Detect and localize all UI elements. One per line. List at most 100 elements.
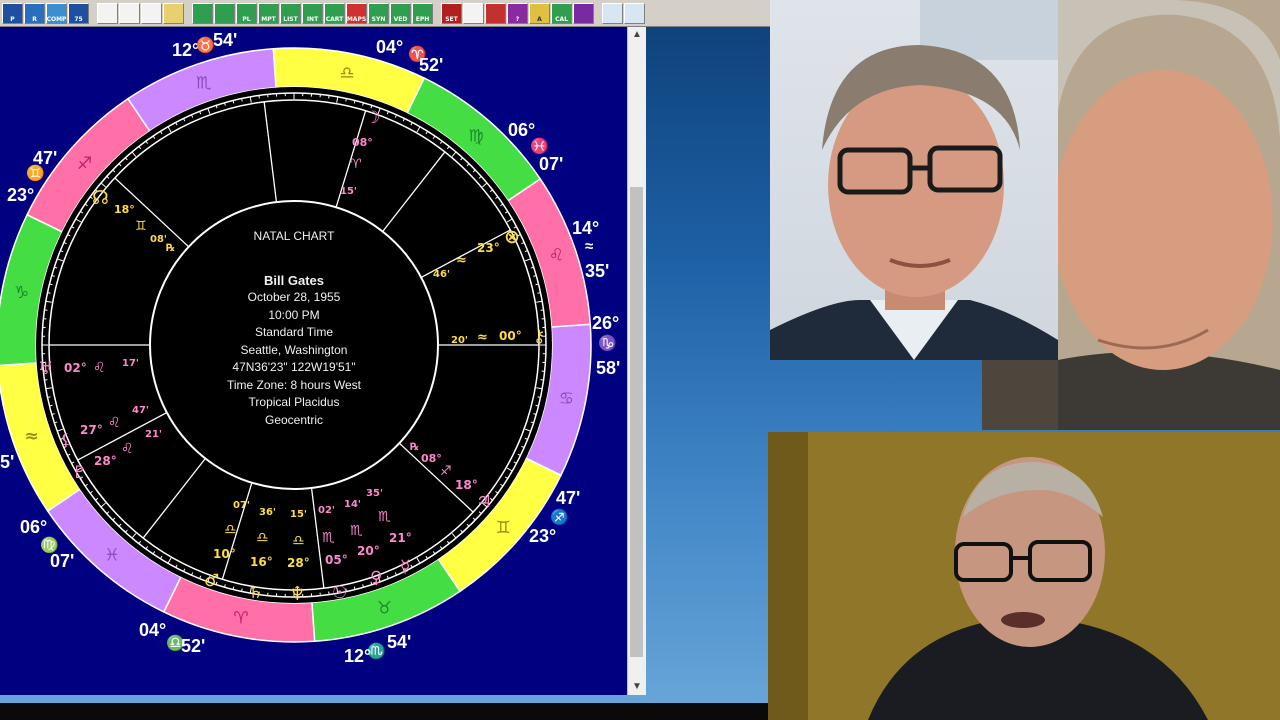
zodiac-glyph-icon: ♏: [196, 74, 211, 94]
cusp-label-c3-min: 54': [387, 632, 412, 652]
part-of-fortune-icon: ⊗: [504, 226, 520, 248]
zoom-out-button[interactable]: [624, 2, 645, 24]
maps-button[interactable]: MAPS: [346, 2, 367, 24]
cusp-label-c2-min: 47': [556, 488, 581, 508]
degree-tick: [47, 292, 51, 294]
cusp-label-c2-sign: ♐: [550, 509, 569, 526]
uranus-minute: 17': [122, 358, 139, 369]
cusp-label-c1-sign: ♑: [598, 335, 617, 352]
degree-tick: [345, 98, 347, 102]
pluto-sign: ♌: [121, 441, 134, 457]
scroll-up-icon[interactable]: ▲: [631, 29, 643, 41]
vedic-icon: VED: [393, 15, 408, 23]
cusp-label-c1-min: 58': [596, 358, 621, 378]
chiron-minute: 20': [451, 335, 468, 346]
sun-sign: ♏: [322, 530, 335, 546]
save-button[interactable]: [119, 2, 140, 24]
mars-sign: ♎: [224, 522, 237, 538]
ephemeris-icon: EPH: [415, 15, 430, 23]
zoom-in-button[interactable]: [602, 2, 623, 24]
degree-tick: [535, 404, 539, 407]
compare-button[interactable]: COMP: [46, 2, 67, 24]
new-file-button[interactable]: [97, 2, 118, 24]
help-button[interactable]: ?: [507, 2, 528, 24]
photo-bill-gates: [770, 0, 1058, 360]
zodiac-glyph-icon: ♈: [233, 608, 248, 628]
wheel-button[interactable]: [192, 2, 213, 24]
sun-degree: 05°: [325, 553, 348, 567]
vedic-button[interactable]: VED: [390, 2, 411, 24]
lilith-minute: 47': [132, 405, 149, 416]
text-icon: A: [537, 15, 542, 23]
chart-title: NATAL CHART: [253, 229, 335, 243]
zodiac-glyph-icon: ♐: [77, 154, 92, 174]
zodiac-glyph-icon: ♊: [496, 518, 511, 538]
midpoints-button[interactable]: MPT: [258, 2, 279, 24]
jupiter-retrograde: ℞: [410, 442, 419, 453]
centric: Geocentric: [264, 412, 324, 427]
cusp-label-c5-min: 07': [50, 551, 75, 571]
sun-subminute: 02': [318, 505, 335, 516]
saturn-sign: ♎: [256, 530, 269, 546]
saturn-icon: ♄: [248, 583, 263, 603]
pluto-minute: 21': [145, 429, 162, 440]
chart-wheel-button[interactable]: [214, 2, 235, 24]
mercury-sign: ♏: [350, 523, 363, 539]
astrocartography-button[interactable]: CART: [324, 2, 345, 24]
birth-date: October 28, 1955: [247, 290, 341, 304]
text-button[interactable]: A: [529, 2, 550, 24]
return-button[interactable]: R: [24, 2, 45, 24]
lilith-icon: ⚸: [60, 430, 72, 449]
pluto-degree: 28°: [94, 454, 117, 468]
degree-tick: [241, 98, 243, 102]
zodiac-glyph-icon: ♑: [14, 283, 29, 303]
mercury-degree: 20°: [357, 544, 380, 558]
hand-button[interactable]: [573, 2, 594, 24]
list-button[interactable]: LIST: [280, 2, 301, 24]
neptune-sign: ♎: [292, 533, 305, 549]
calendar-button[interactable]: CAL: [551, 2, 572, 24]
moon-icon: ☽: [365, 108, 380, 128]
jupiter-sign: ♐: [440, 464, 452, 479]
help-icon: ?: [515, 15, 520, 23]
cusp-label-c8-deg: 23°: [7, 185, 35, 205]
cusp-label-c2-deg: 23°: [529, 526, 557, 546]
numbers-icon: 75: [74, 15, 83, 23]
numbers-button[interactable]: 75: [68, 2, 89, 24]
planets-button[interactable]: PL: [236, 2, 257, 24]
zodiac-glyph-icon: ♌: [549, 246, 564, 266]
degree-tick: [537, 292, 541, 294]
north-node-icon: ☊: [92, 187, 109, 209]
lilith-degree: 27°: [80, 423, 103, 437]
interpretation-button[interactable]: INT: [302, 2, 323, 24]
cusp-label-c11-sign: ♓: [530, 138, 549, 155]
presenter-webcam: [768, 432, 1280, 720]
zodiac-glyph-icon: ≈: [24, 426, 38, 446]
degree-tick: [241, 588, 243, 592]
compare-icon: COMP: [46, 15, 67, 23]
print-button[interactable]: P: [2, 2, 23, 24]
time-type: Standard Time: [254, 325, 334, 339]
degree-tick: [49, 404, 53, 407]
pof-degree: 23°: [477, 241, 500, 255]
settings-button[interactable]: SET: [441, 2, 462, 24]
astrocartography-icon: CART: [325, 15, 344, 23]
cusp-label-c12-deg: 14°: [572, 218, 600, 238]
node-sign: ♊: [135, 219, 147, 234]
calculator-button[interactable]: [485, 2, 506, 24]
degree-tick: [353, 586, 356, 590]
cusp-label-c5-deg: 06°: [20, 517, 48, 537]
photo-jeffrey-epstein: [1058, 0, 1280, 430]
degree-tick: [353, 100, 356, 104]
scroll-thumb[interactable]: [630, 187, 643, 657]
document-button[interactable]: [141, 2, 162, 24]
scroll-down-icon[interactable]: ▼: [631, 681, 643, 693]
synastry-button[interactable]: SYN: [368, 2, 389, 24]
clock-button[interactable]: [463, 2, 484, 24]
ephemeris-button[interactable]: EPH: [412, 2, 433, 24]
planets-icon: PL: [242, 15, 251, 23]
folder-button[interactable]: [163, 2, 184, 24]
zodiac-glyph-icon: ♉: [377, 598, 392, 618]
vertical-scrollbar[interactable]: ▲ ▼: [627, 27, 646, 695]
